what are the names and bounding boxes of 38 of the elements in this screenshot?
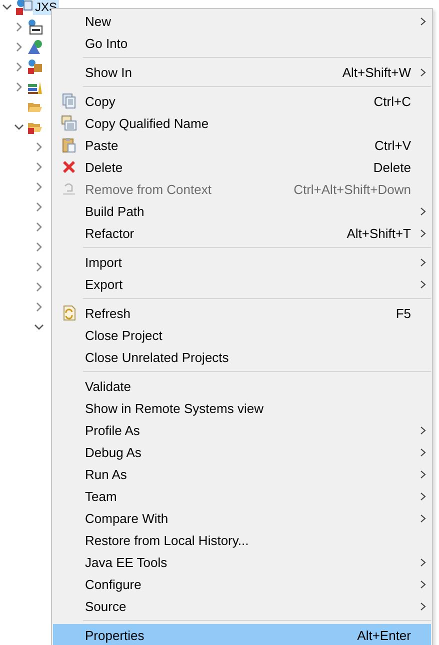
chevron-down-icon[interactable] — [34, 322, 44, 332]
menu-item[interactable]: Team — [53, 485, 431, 507]
remove-icon — [61, 181, 77, 197]
menu-item[interactable]: Java EE Tools — [53, 551, 431, 573]
menu-item[interactable]: Paste Ctrl+V — [53, 134, 431, 156]
menu-item[interactable]: Refactor Alt+Shift+T — [53, 222, 431, 244]
menu-item[interactable]: Copy Ctrl+C — [53, 90, 431, 112]
menu-item[interactable]: Validate — [53, 375, 431, 397]
menu-item[interactable]: Show in Remote Systems view — [53, 397, 431, 419]
menu-item[interactable]: Source — [53, 595, 431, 617]
menu-item[interactable]: Export — [53, 273, 431, 295]
menu-item[interactable]: Show In Alt+Shift+W — [53, 61, 431, 83]
refresh-icon — [61, 305, 77, 321]
delete-icon — [61, 159, 77, 175]
menu-item[interactable]: Import — [53, 251, 431, 273]
menu-item[interactable]: Debug As — [53, 441, 431, 463]
menu-item[interactable]: Build Path — [53, 200, 431, 222]
menu-item[interactable]: Configure — [53, 573, 431, 595]
paste-icon — [61, 137, 77, 153]
chevron-down-icon[interactable] — [2, 2, 12, 12]
ear-project-icon — [27, 59, 43, 75]
chevron-down-icon[interactable] — [14, 122, 24, 132]
menu-item[interactable]: Refresh F5 — [53, 302, 431, 324]
project-icon — [15, 0, 33, 16]
menu-item[interactable]: Run As — [53, 463, 431, 485]
menu-item[interactable]: Compare With — [53, 507, 431, 529]
menu-item[interactable]: Go Into — [53, 32, 431, 54]
menu-item[interactable]: Properties Alt+Enter — [53, 624, 431, 645]
menu-item[interactable]: Copy Qualified Name — [53, 112, 431, 134]
jpa-icon — [27, 39, 43, 55]
menu-item[interactable]: Profile As — [53, 419, 431, 441]
menu-item[interactable]: Delete Delete — [53, 156, 431, 178]
menu-item[interactable]: Close Unrelated Projects — [53, 346, 431, 368]
menu-item[interactable]: Close Project — [53, 324, 431, 346]
module-icon — [27, 19, 43, 35]
copy-icon — [61, 93, 77, 109]
menu-item[interactable]: Restore from Local History... — [53, 529, 431, 551]
copy-icon — [61, 115, 77, 131]
